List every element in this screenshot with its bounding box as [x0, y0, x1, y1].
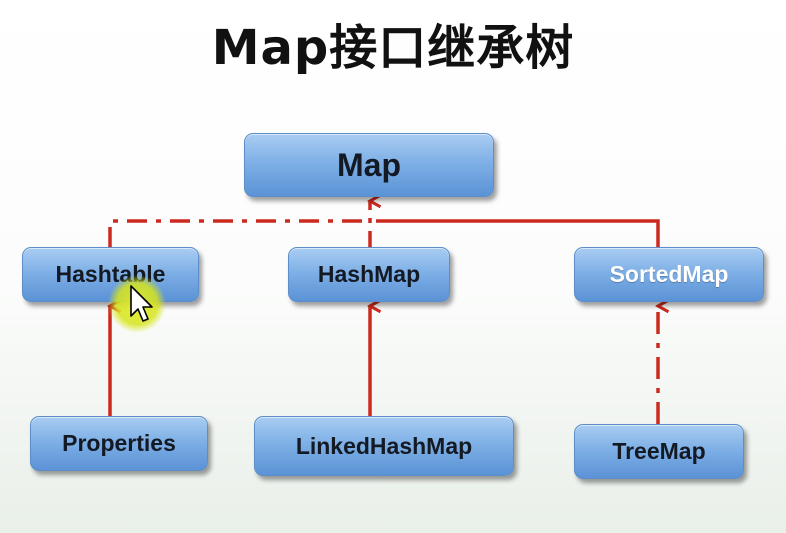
node-treemap: TreeMap [574, 424, 744, 479]
edge-hashtable-map [108, 219, 370, 247]
edge-sortedmap-map [376, 219, 660, 247]
node-properties: Properties [30, 416, 208, 471]
node-linkedhashmap: LinkedHashMap [254, 416, 514, 476]
node-map: Map [244, 133, 494, 197]
node-sortedmap: SortedMap [574, 247, 764, 302]
cursor-highlight-icon [108, 275, 166, 333]
node-hashmap: HashMap [288, 247, 450, 302]
